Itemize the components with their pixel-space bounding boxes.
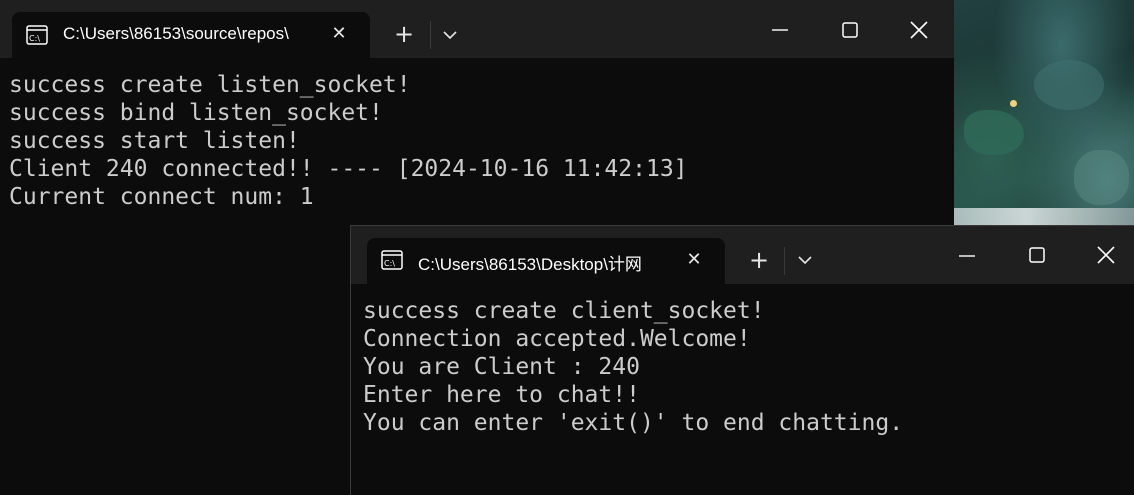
close-window-icon[interactable] <box>910 21 928 39</box>
close-window-icon[interactable] <box>1097 246 1115 264</box>
divider <box>430 21 431 49</box>
chevron-down-icon[interactable] <box>798 255 812 265</box>
chevron-down-icon[interactable] <box>443 30 457 40</box>
maximize-icon[interactable] <box>842 22 858 38</box>
svg-text:C:\: C:\ <box>29 34 40 43</box>
console-line: success bind listen_socket! <box>9 100 383 126</box>
console-line: Enter here to chat!! <box>363 382 640 408</box>
console-line: You are Client : 240 <box>363 354 640 380</box>
console-line: Current connect num: 1 <box>9 184 314 210</box>
terminal-icon: C:\ <box>381 250 403 270</box>
client-terminal-window[interactable]: C:\ C:\Users\86153\Desktop\计网 ✕ + succes… <box>350 225 1134 495</box>
new-tab-button[interactable]: + <box>747 248 771 272</box>
console-line: success create client_socket! <box>363 298 765 324</box>
close-tab-icon[interactable]: ✕ <box>685 251 703 269</box>
title-bar[interactable]: C:\ C:\Users\86153\Desktop\计网 ✕ + <box>351 226 1134 284</box>
console-line: Client 240 connected!! ---- [2024-10-16 … <box>9 156 688 182</box>
console-line: success start listen! <box>9 128 300 154</box>
tab-title: C:\Users\86153\source\repos\ <box>63 24 289 43</box>
console-output[interactable]: success create client_socket! Connection… <box>351 284 1134 495</box>
close-tab-icon[interactable]: ✕ <box>330 25 348 43</box>
console-line: You can enter 'exit()' to end chatting. <box>363 410 904 436</box>
desktop-wallpaper <box>954 0 1134 226</box>
minimize-icon[interactable] <box>959 254 975 258</box>
tab-title: C:\Users\86153\Desktop\计网 <box>418 255 642 274</box>
console-line: Connection accepted.Welcome! <box>363 326 751 352</box>
minimize-icon[interactable] <box>772 28 788 32</box>
title-bar[interactable]: C:\ C:\Users\86153\source\repos\ ✕ + <box>0 0 954 58</box>
console-line: success create listen_socket! <box>9 72 411 98</box>
divider <box>784 247 785 275</box>
svg-text:C:\: C:\ <box>384 259 395 268</box>
maximize-icon[interactable] <box>1029 247 1045 263</box>
terminal-icon: C:\ <box>26 25 48 45</box>
new-tab-button[interactable]: + <box>392 22 416 46</box>
